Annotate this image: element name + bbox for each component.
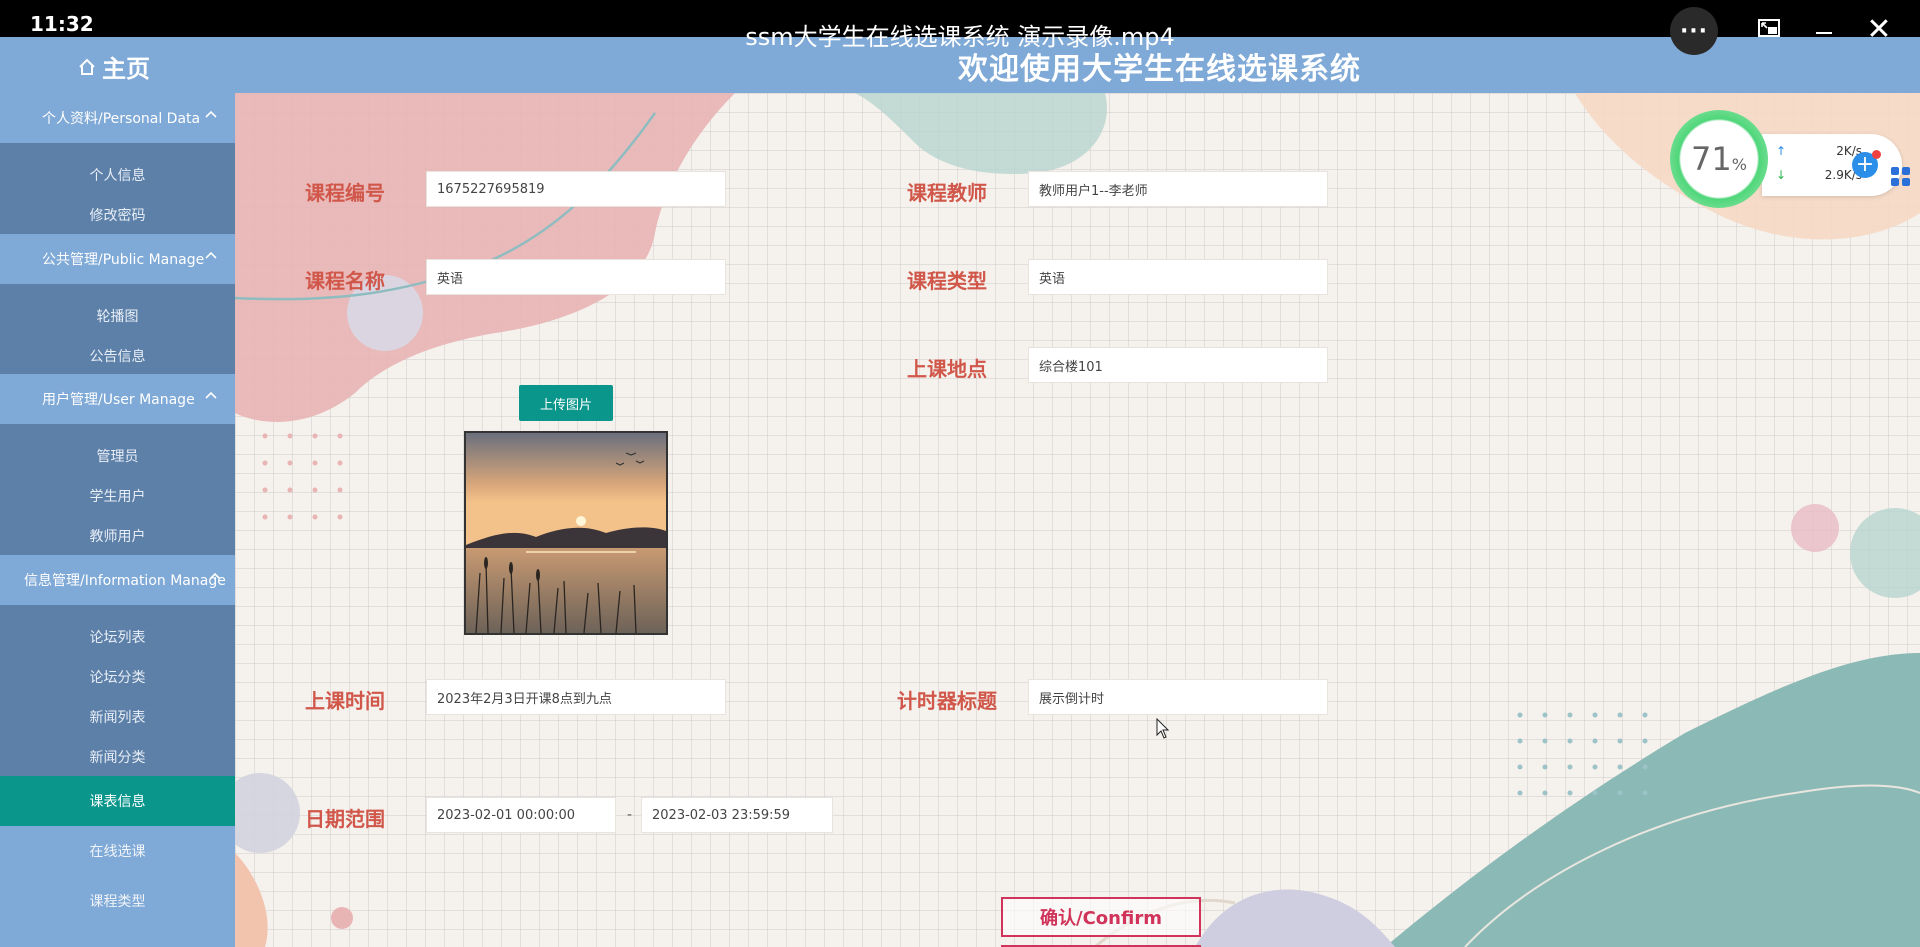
teacher-select[interactable]: 教师用户1--李老师 xyxy=(1028,171,1328,207)
sidebar-group-personal-data[interactable]: 个人资料/Personal Data xyxy=(0,93,235,143)
sunset-image xyxy=(466,433,666,633)
date-start-input[interactable]: 2023-02-01 00:00:00 xyxy=(426,797,616,833)
video-player-bar: 11:32 ssm大学生在线选课系统 演示录像.mp4 xyxy=(0,0,1920,51)
sidebar-item-admins[interactable]: 管理员 xyxy=(0,436,235,476)
date-range-label: 日期范围 xyxy=(305,807,385,831)
chevron-up-icon xyxy=(209,572,221,580)
sidebar-group-label: 个人资料/Personal Data xyxy=(42,111,201,127)
notification-dot xyxy=(1872,150,1881,159)
sidebar-item-course-types[interactable]: 课程类型 xyxy=(0,876,235,926)
sidebar-item-carousel[interactable]: 轮播图 xyxy=(0,296,235,336)
date-range-separator: - xyxy=(627,807,633,823)
app-window: 主页 欢迎使用大学生在线选课系统 个人资料/Personal Data 个人信息… xyxy=(0,37,1920,947)
timer-title-label: 计时器标题 xyxy=(897,689,997,713)
class-time-label: 上课时间 xyxy=(305,689,385,713)
sidebar-group-label: 公共管理/Public Manage xyxy=(42,252,205,268)
picture-in-picture-icon[interactable] xyxy=(1740,0,1798,58)
sidebar-item-news-list[interactable]: 新闻列表 xyxy=(0,697,235,737)
video-title: ssm大学生在线选课系统 演示录像.mp4 xyxy=(745,23,1175,51)
sidebar-item-students[interactable]: 学生用户 xyxy=(0,476,235,516)
sidebar-item-forum-categories[interactable]: 论坛分类 xyxy=(0,657,235,697)
download-speed-row: ↓ 2.9K/s xyxy=(1776,168,1862,182)
confirm-button[interactable]: 确认/Confirm xyxy=(1001,897,1201,937)
chevron-up-icon xyxy=(205,110,217,118)
sidebar-group-public-manage[interactable]: 公共管理/Public Manage xyxy=(0,234,235,284)
upload-speed-row: ↑ 2K/s xyxy=(1776,144,1862,158)
course-name-input[interactable]: 英语 xyxy=(426,259,726,295)
teacher-label: 课程教师 xyxy=(907,181,987,205)
sidebar-item-online-selection[interactable]: 在线选课 xyxy=(0,826,235,876)
percent-sign: % xyxy=(1731,154,1747,174)
home-link[interactable]: 主页 xyxy=(78,49,150,84)
sidebar-group-information-manage[interactable]: 信息管理/Information Manage xyxy=(0,555,235,605)
chevron-up-icon xyxy=(205,391,217,399)
sidebar-item-more[interactable] xyxy=(0,926,235,947)
course-type-select[interactable]: 英语 xyxy=(1028,259,1328,295)
sidebar-item-teachers[interactable]: 教师用户 xyxy=(0,516,235,556)
chevron-up-icon xyxy=(205,251,217,259)
course-form-area: 课程编号 1675227695819 课程教师 教师用户1--李老师 课程名称 … xyxy=(235,93,1920,947)
date-end-input[interactable]: 2023-02-03 23:59:59 xyxy=(641,797,833,833)
memory-usage-ring[interactable]: 71 % xyxy=(1670,110,1768,208)
mouse-cursor-icon xyxy=(1156,718,1170,739)
memory-percent: 71 xyxy=(1691,140,1732,178)
sidebar-group-user-manage[interactable]: 用户管理/User Manage xyxy=(0,374,235,424)
apps-grid-icon[interactable] xyxy=(1890,166,1912,188)
location-input[interactable]: 综合楼101 xyxy=(1028,347,1328,383)
course-name-label: 课程名称 xyxy=(305,269,385,293)
home-icon xyxy=(79,58,95,75)
course-type-label: 课程类型 xyxy=(907,269,987,293)
more-options-button[interactable]: ··· xyxy=(1670,7,1718,55)
sidebar-item-change-password[interactable]: 修改密码 xyxy=(0,195,235,235)
upload-arrow-icon: ↑ xyxy=(1776,144,1787,158)
sidebar-item-news-categories[interactable]: 新闻分类 xyxy=(0,737,235,777)
course-no-input[interactable]: 1675227695819 xyxy=(426,171,726,207)
sidebar-item-schedule-info[interactable]: 课表信息 xyxy=(0,776,235,826)
close-button[interactable]: ✕ xyxy=(1850,0,1908,58)
class-time-input[interactable]: 2023年2月3日开课8点到九点 xyxy=(426,679,726,715)
course-no-label: 课程编号 xyxy=(305,181,385,205)
upload-image-button[interactable]: 上传图片 xyxy=(519,385,613,421)
sidebar-group-label: 信息管理/Information Manage xyxy=(24,573,226,589)
home-label: 主页 xyxy=(102,55,150,83)
minimize-icon[interactable] xyxy=(1795,0,1853,58)
sidebar: 个人资料/Personal Data 个人信息 修改密码 公共管理/Public… xyxy=(0,93,235,947)
course-image-preview[interactable] xyxy=(464,431,668,635)
download-arrow-icon: ↓ xyxy=(1776,168,1787,182)
sidebar-item-personal-info[interactable]: 个人信息 xyxy=(0,155,235,195)
sidebar-item-announcements[interactable]: 公告信息 xyxy=(0,336,235,376)
timer-title-input[interactable]: 展示倒计时 xyxy=(1028,679,1328,715)
network-speed-widget[interactable]: ↑ 2K/s ↓ 2.9K/s 71 % xyxy=(1670,110,1920,215)
sidebar-item-forum-list[interactable]: 论坛列表 xyxy=(0,617,235,657)
location-label: 上课地点 xyxy=(907,357,987,381)
speed-panel: ↑ 2K/s ↓ 2.9K/s xyxy=(1762,134,1902,196)
sidebar-group-label: 用户管理/User Manage xyxy=(42,392,195,408)
